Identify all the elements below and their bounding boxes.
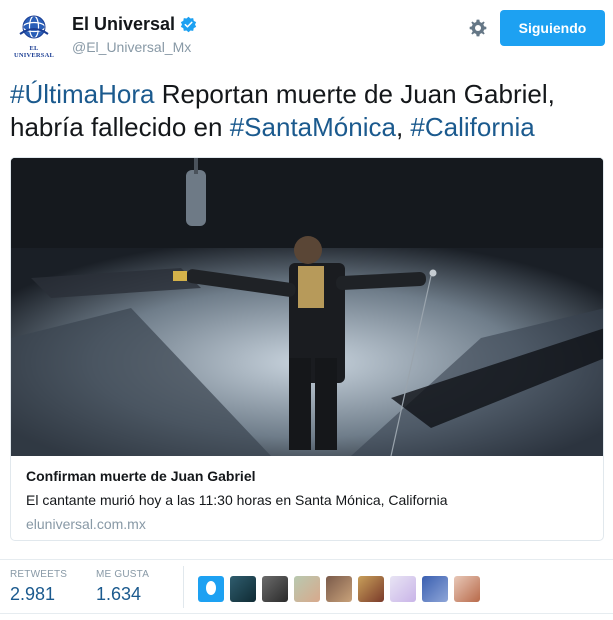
tweet-text-part-1: Reportan muerte de Juan Gabriel, — [154, 79, 555, 109]
following-button[interactable]: Siguiendo — [500, 10, 605, 46]
retweets-stat[interactable]: RETWEETS 2.981 — [10, 569, 67, 605]
card-photo[interactable] — [11, 158, 604, 456]
likes-count[interactable]: 1.634 — [96, 584, 149, 605]
card-title[interactable]: Confirman muerte de Juan Gabriel — [26, 468, 256, 484]
tweet-comma: , — [395, 112, 411, 142]
handle[interactable]: @El_Universal_Mx — [72, 39, 197, 55]
likes-stat[interactable]: ME GUSTA 1.634 — [96, 569, 149, 605]
avatar-wordmark: EL UNIVERSAL — [13, 45, 55, 59]
retweets-label: RETWEETS — [10, 569, 68, 580]
avatar[interactable]: EL UNIVERSAL — [10, 12, 58, 60]
liker-avatar[interactable] — [198, 576, 224, 602]
stats-divider — [183, 566, 184, 608]
link-card[interactable]: Confirman muerte de Juan Gabriel El cant… — [10, 157, 604, 541]
card-description: El cantante murió hoy a las 11:30 horas … — [26, 492, 448, 508]
liker-avatar[interactable] — [262, 576, 288, 602]
tweet-stats: RETWEETS 2.981 ME GUSTA 1.634 — [0, 559, 613, 614]
tweet-line-2: habría fallecido en #SantaMónica, #Calif… — [10, 111, 605, 144]
card-domain[interactable]: eluniversal.com.mx — [26, 516, 146, 532]
account-names: El Universal @El_Universal_Mx — [72, 14, 197, 55]
tweet-header: EL UNIVERSAL El Universal @El_Universal_… — [10, 10, 605, 62]
liker-avatar[interactable] — [422, 576, 448, 602]
display-name[interactable]: El Universal — [72, 14, 175, 35]
hashtag-california[interactable]: #California — [410, 112, 534, 142]
hashtag-santamonica[interactable]: #SantaMónica — [230, 112, 396, 142]
retweets-count[interactable]: 2.981 — [10, 584, 67, 605]
liker-avatar[interactable] — [358, 576, 384, 602]
el-universal-logo-icon — [19, 15, 49, 39]
hashtag-ultimahora[interactable]: #ÚltimaHora — [10, 79, 155, 109]
gear-icon[interactable] — [468, 18, 488, 38]
liker-avatar[interactable] — [294, 576, 320, 602]
tweet-text: #ÚltimaHora Reportan muerte de Juan Gabr… — [10, 78, 605, 144]
tweet-line-1: #ÚltimaHora Reportan muerte de Juan Gabr… — [10, 78, 605, 111]
likes-label: ME GUSTA — [96, 569, 150, 580]
verified-badge-icon — [180, 16, 197, 33]
liker-avatar[interactable] — [454, 576, 480, 602]
liker-avatar[interactable] — [230, 576, 256, 602]
liker-avatar[interactable] — [390, 576, 416, 602]
liker-avatars — [198, 576, 480, 602]
liker-avatar[interactable] — [326, 576, 352, 602]
display-name-row[interactable]: El Universal — [72, 14, 197, 35]
tweet-text-part-2: habría fallecido en — [10, 112, 230, 142]
